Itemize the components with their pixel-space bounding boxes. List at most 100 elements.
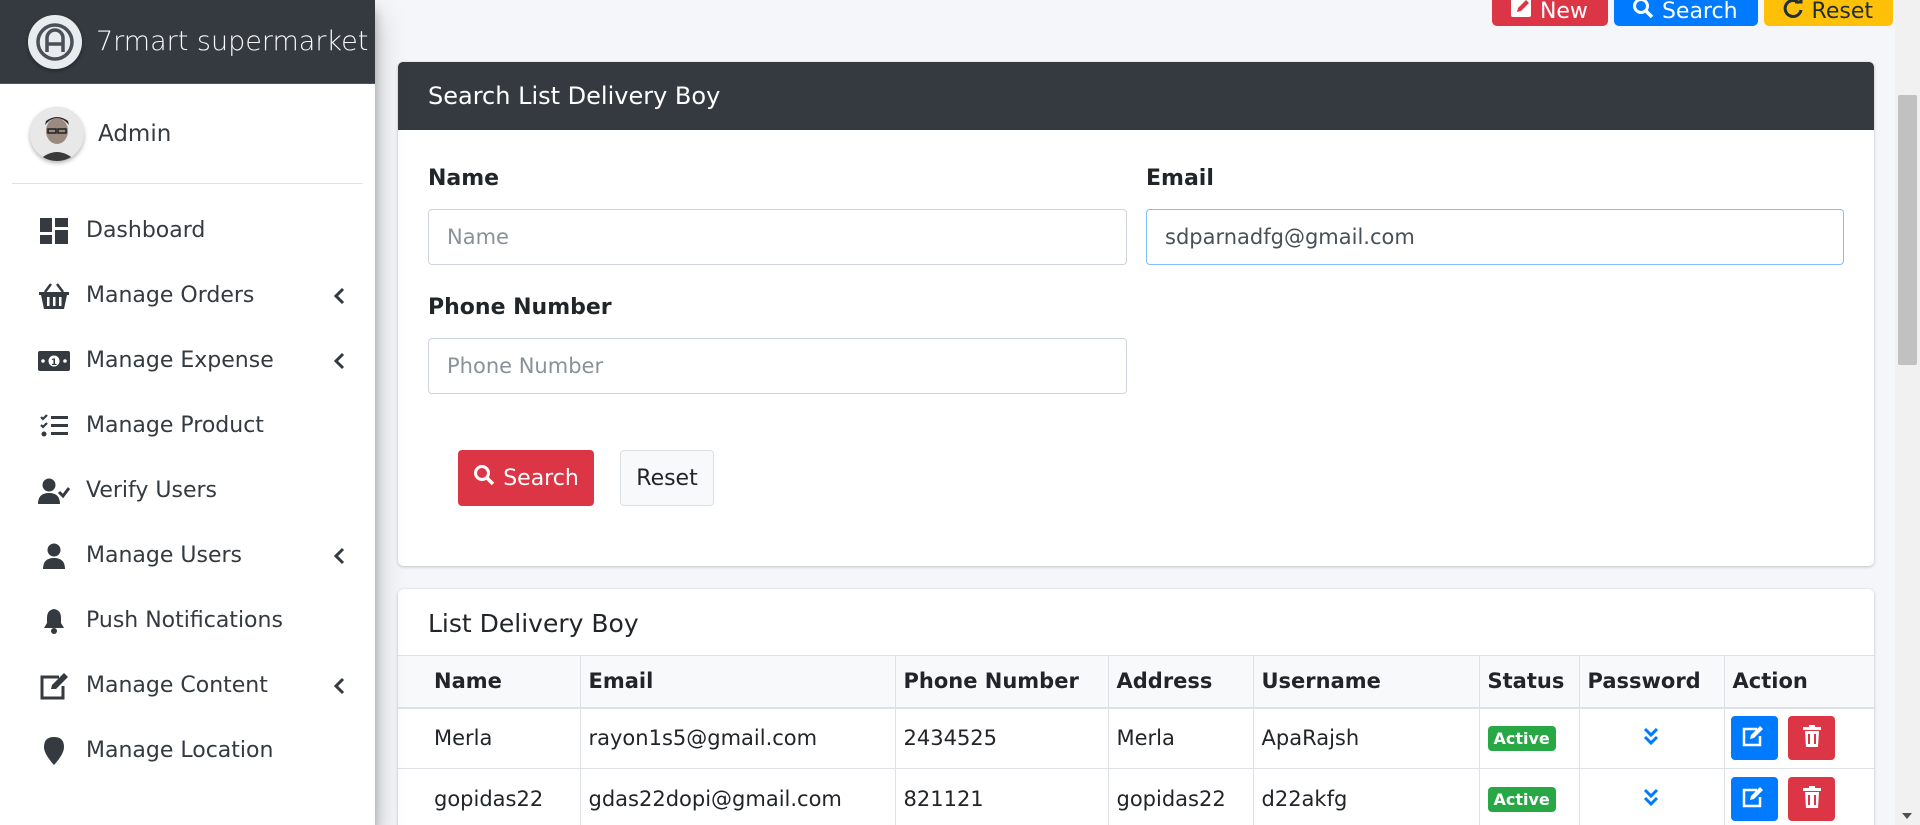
sidebar-item-label: Verify Users bbox=[86, 478, 218, 503]
sidebar: 7rmart supermarket Admin Dashboard Manag… bbox=[0, 0, 375, 825]
sidebar-item-dashboard[interactable]: Dashboard bbox=[0, 198, 375, 263]
cell-password bbox=[1578, 707, 1725, 769]
cell-username: ApaRajsh bbox=[1252, 707, 1480, 769]
column-header: Username bbox=[1252, 655, 1480, 709]
sidebar-nav: Dashboard Manage Orders 1 Manage Expense… bbox=[0, 184, 375, 783]
basket-icon bbox=[38, 281, 70, 311]
email-input[interactable] bbox=[1146, 209, 1844, 265]
cell-name: Merla bbox=[398, 707, 581, 769]
edit-icon bbox=[38, 671, 70, 701]
search-button[interactable]: Search bbox=[458, 450, 594, 506]
cell-action bbox=[1723, 707, 1874, 769]
list-card-title: List Delivery Boy bbox=[428, 609, 639, 638]
search-card: Search List Delivery Boy Name Email Phon… bbox=[398, 62, 1874, 566]
column-header: Status bbox=[1478, 655, 1580, 709]
cell-phone: 821121 bbox=[894, 768, 1109, 825]
column-header: Email bbox=[579, 655, 896, 709]
sidebar-item-manage-location[interactable]: Manage Location bbox=[0, 718, 375, 783]
search-card-title: Search List Delivery Boy bbox=[398, 62, 1874, 130]
sidebar-item-verify-users[interactable]: Verify Users bbox=[0, 458, 375, 523]
edit-icon bbox=[1742, 725, 1766, 752]
name-input[interactable] bbox=[428, 209, 1127, 265]
search-icon bbox=[473, 464, 495, 492]
column-header: Name bbox=[398, 655, 581, 709]
column-header: Password bbox=[1578, 655, 1725, 709]
sidebar-item-label: Manage Users bbox=[86, 543, 242, 568]
dashboard-icon bbox=[38, 216, 70, 246]
sidebar-item-label: Manage Expense bbox=[86, 348, 274, 373]
edit-row-button[interactable] bbox=[1730, 777, 1778, 821]
chevron-left-icon bbox=[333, 546, 349, 566]
user-panel[interactable]: Admin bbox=[12, 84, 363, 184]
cell-phone: 2434525 bbox=[894, 707, 1109, 769]
refresh-icon bbox=[1782, 0, 1804, 24]
top-search-button[interactable]: Search bbox=[1613, 0, 1758, 26]
bell-icon bbox=[38, 606, 70, 636]
new-button-label: New bbox=[1539, 0, 1588, 24]
user-icon bbox=[38, 541, 70, 571]
trash-icon bbox=[1802, 785, 1822, 813]
delete-row-button[interactable] bbox=[1788, 716, 1836, 761]
top-reset-button[interactable]: Reset bbox=[1763, 0, 1893, 26]
column-header: Action bbox=[1723, 655, 1874, 709]
top-search-label: Search bbox=[1661, 0, 1738, 24]
cell-action bbox=[1723, 768, 1874, 825]
new-button[interactable]: New bbox=[1491, 0, 1608, 26]
brand-name: 7rmart supermarket bbox=[96, 26, 369, 57]
status-badge: Active bbox=[1487, 726, 1556, 752]
sidebar-item-label: Dashboard bbox=[86, 218, 206, 243]
status-badge: Active bbox=[1487, 787, 1556, 812]
sidebar-item-manage-content[interactable]: Manage Content bbox=[0, 653, 375, 718]
main-content: New Search Reset Search List Delivery Bo… bbox=[375, 0, 1895, 825]
cell-email: rayon1s5@gmail.com bbox=[579, 707, 896, 769]
angle-double-down-icon[interactable] bbox=[1642, 788, 1660, 812]
cell-name: gopidas22 bbox=[398, 768, 581, 825]
cell-status: Active bbox=[1478, 768, 1580, 825]
money-icon: 1 bbox=[38, 346, 70, 376]
search-icon bbox=[1632, 0, 1654, 24]
sidebar-item-manage-expense[interactable]: 1 Manage Expense bbox=[0, 328, 375, 393]
table-row: gopidas22 gdas22dopi@gmail.com 821121 go… bbox=[398, 768, 1874, 825]
name-label: Name bbox=[428, 166, 500, 191]
column-header: Phone Number bbox=[894, 655, 1109, 709]
top-toolbar: New Search Reset bbox=[1491, 0, 1893, 26]
phone-input[interactable] bbox=[428, 338, 1127, 394]
chevron-left-icon bbox=[333, 286, 349, 306]
sidebar-item-push-notifications[interactable]: Push Notifications bbox=[0, 588, 375, 653]
edit-icon bbox=[1742, 786, 1766, 813]
logo-icon bbox=[28, 14, 82, 69]
search-button-label: Search bbox=[503, 465, 579, 491]
scrollbar-thumb[interactable] bbox=[1898, 95, 1917, 365]
vertical-scrollbar[interactable] bbox=[1895, 0, 1920, 825]
email-label: Email bbox=[1146, 166, 1214, 191]
phone-label: Phone Number bbox=[428, 295, 612, 320]
svg-text:1: 1 bbox=[51, 358, 57, 368]
sidebar-item-manage-users[interactable]: Manage Users bbox=[0, 523, 375, 588]
chevron-left-icon bbox=[333, 351, 349, 371]
edit-row-button[interactable] bbox=[1730, 716, 1778, 761]
trash-icon bbox=[1802, 724, 1822, 752]
user-check-icon bbox=[38, 476, 70, 506]
top-reset-label: Reset bbox=[1811, 0, 1873, 24]
table-row: Merla rayon1s5@gmail.com 2434525 Merla A… bbox=[398, 707, 1874, 769]
tasks-icon bbox=[38, 411, 70, 441]
list-card: List Delivery Boy Name Email Phone Numbe… bbox=[398, 589, 1874, 825]
delete-row-button[interactable] bbox=[1788, 777, 1836, 821]
cell-address: gopidas22 bbox=[1107, 768, 1254, 825]
angle-double-down-icon[interactable] bbox=[1642, 727, 1660, 751]
sidebar-item-label: Push Notifications bbox=[86, 608, 283, 633]
avatar bbox=[30, 106, 84, 161]
cell-username: d22akfg bbox=[1252, 768, 1480, 825]
sidebar-item-label: Manage Product bbox=[86, 413, 264, 438]
cell-address: Merla bbox=[1107, 707, 1254, 769]
edit-icon bbox=[1510, 0, 1532, 24]
chevron-left-icon bbox=[333, 676, 349, 696]
sidebar-item-manage-product[interactable]: Manage Product bbox=[0, 393, 375, 458]
reset-button[interactable]: Reset bbox=[620, 450, 714, 506]
brand-link[interactable]: 7rmart supermarket bbox=[0, 0, 375, 84]
scroll-down-arrow-icon[interactable] bbox=[1902, 813, 1912, 819]
sidebar-item-manage-orders[interactable]: Manage Orders bbox=[0, 263, 375, 328]
sidebar-item-label: Manage Orders bbox=[86, 283, 255, 308]
table-header-row: Name Email Phone Number Address Username… bbox=[398, 655, 1874, 709]
cell-email: gdas22dopi@gmail.com bbox=[579, 768, 896, 825]
